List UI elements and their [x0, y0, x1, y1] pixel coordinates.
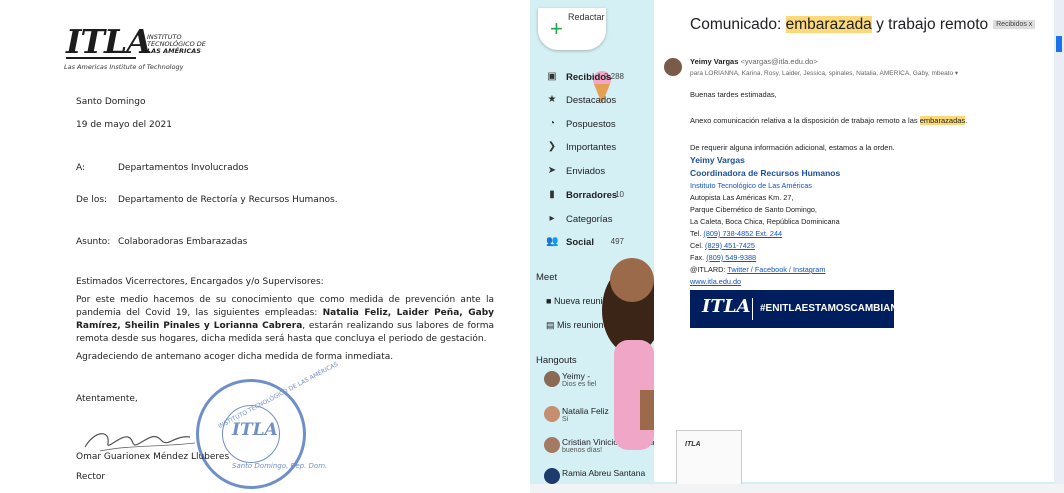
sender-line: Yeimy Vargas <yvargas@itla.edu.do>	[690, 57, 818, 66]
recipients-line[interactable]: para LORIANNA, Karina, Rosy, Laider, Jes…	[690, 69, 958, 77]
fax-link[interactable]: (809) 549-9388	[706, 253, 756, 262]
email-body-line-2: De requerir alguna información adicional…	[690, 143, 895, 152]
letter-date: 19 de mayo del 2021	[76, 120, 172, 130]
gmail-window: + Redactar ▣ Recibidos 2,288 ★ Destacado…	[530, 0, 1064, 493]
calendar-icon: ▤	[546, 320, 558, 330]
sidebar-item-inbox[interactable]: ▣ Recibidos 2,288	[530, 68, 654, 88]
attachment-logo: ITLA	[685, 441, 701, 448]
signature-address-3: La Caleta, Boca Chica, República Dominic…	[690, 217, 840, 226]
social-icon: 👥	[546, 236, 559, 247]
inbox-label-badge[interactable]: Recibidos x	[993, 20, 1036, 30]
banner-divider	[752, 298, 753, 320]
video-icon: ■	[546, 296, 554, 306]
signature-fax: Fax. (809) 549-9388	[690, 253, 757, 262]
draft-icon: ▮	[549, 189, 555, 200]
email-content: Comunicado: embarazada y trabajo remoto R…	[654, 0, 1064, 493]
inbox-count: 2,288	[603, 72, 624, 81]
signature-phone: Tel. (809) 738-4852 Ext. 244	[690, 229, 783, 238]
letter-city: Santo Domingo	[76, 97, 146, 107]
clock-icon: ◔	[548, 118, 556, 129]
letter-paragraph-2: Agradeciendo de antemano acoger dicha me…	[76, 352, 394, 362]
plus-icon: +	[550, 16, 563, 41]
subject-value: Colaboradoras Embarazadas	[118, 237, 248, 247]
sidebar-item-important[interactable]: ❯ Importantes	[530, 138, 654, 158]
gmail-sidebar: + Redactar ▣ Recibidos 2,288 ★ Destacado…	[530, 0, 678, 493]
avatar	[544, 468, 560, 484]
important-icon: ❯	[547, 141, 557, 152]
website-link[interactable]: www.itla.edu.do	[690, 277, 741, 286]
subject-label: Asunto:	[76, 237, 111, 247]
phone-link[interactable]: (809) 738-4852 Ext. 244	[703, 229, 782, 238]
hangouts-section-title: Hangouts	[536, 355, 577, 366]
send-icon: ➤	[547, 165, 557, 176]
handwritten-signature	[84, 433, 196, 452]
logo-tagline: Las Americas Institute of Technology	[64, 63, 184, 71]
compose-button[interactable]: + Redactar	[538, 8, 606, 50]
subject-highlight: embarazada	[785, 16, 872, 33]
to-label: A:	[76, 163, 86, 173]
from-value: Departamento de Rectoría y Recursos Huma…	[118, 195, 338, 205]
signature-address-1: Autopista Las Américas Km. 27,	[690, 193, 794, 202]
signer-name: Omar Guarionex Méndez Lluberes	[76, 452, 230, 462]
cell-link[interactable]: (829) 451-7425	[705, 241, 755, 250]
sender-avatar	[664, 58, 682, 76]
social-links[interactable]: Twitter / Facebook / Instagram	[727, 265, 825, 274]
email-subject: Comunicado: embarazada y trabajo remoto R…	[690, 16, 1036, 34]
to-value: Departamentos Involucrados	[118, 163, 249, 173]
inbox-icon: ▣	[547, 71, 557, 82]
right-side-panel	[1054, 0, 1064, 493]
avatar	[544, 371, 560, 387]
sidebar-item-snoozed[interactable]: ◔ Pospuestos	[530, 115, 654, 135]
banner-logo: ITLA	[702, 296, 751, 317]
signature-address-2: Parque Cibernético de Santo Domingo,	[690, 205, 817, 214]
star-icon: ★	[547, 94, 557, 105]
scanned-letter: ITLA INSTITUTO TECNOLÓGICO DE LAS AMÉRIC…	[0, 0, 530, 493]
sidebar-item-starred[interactable]: ★ Destacados	[530, 91, 654, 111]
signer-title: Rector	[76, 472, 106, 482]
seal-bottom-text: Santo Domingo, Rep. Dom.	[232, 462, 328, 470]
attachment-thumbnail[interactable]: ITLA	[676, 430, 742, 490]
letter-greeting: Estimados Vicerrectores, Encargados y/o …	[76, 277, 324, 287]
signature-institution: Instituto Tecnológico de Las Américas	[690, 181, 812, 190]
email-body-line: Anexo comunicación relativa a la disposi…	[690, 116, 968, 125]
logo-underline	[66, 57, 136, 59]
signature-role: Coordinadora de Recursos Humanos	[690, 168, 841, 178]
signature-social: @ITLARD: Twitter / Facebook / Instagram	[690, 265, 826, 274]
seal-logo: ITLA	[232, 420, 278, 440]
label-icon: ▸	[549, 213, 555, 224]
letter-paragraph-1: Por este medio hacemos de su conocimient…	[76, 295, 495, 344]
meet-section-title: Meet	[536, 272, 558, 283]
compose-label: Redactar	[568, 12, 605, 22]
signature-name: Yeimy Vargas	[690, 155, 745, 165]
itla-banner: ITLA #ENITLAESTAMOSCAMBIANDO	[690, 290, 913, 328]
status-bar	[530, 484, 1064, 493]
logo-institute-text: INSTITUTO TECNOLÓGICO DE LAS AMÉRICAS	[147, 33, 206, 55]
itla-logo: ITLA	[66, 22, 152, 61]
email-greeting: Buenas tardes estimadas,	[690, 90, 777, 99]
banner-hashtag: #ENITLAESTAMOSCAMBIANDO	[760, 303, 913, 314]
avatar	[544, 406, 560, 422]
avatar	[544, 437, 560, 453]
side-panel-accent	[1056, 36, 1062, 52]
signature-cell: Cel. (829) 451-7425	[690, 241, 755, 250]
cartoon-girl-theme-illustration	[602, 258, 660, 450]
from-label: De los:	[76, 195, 108, 205]
